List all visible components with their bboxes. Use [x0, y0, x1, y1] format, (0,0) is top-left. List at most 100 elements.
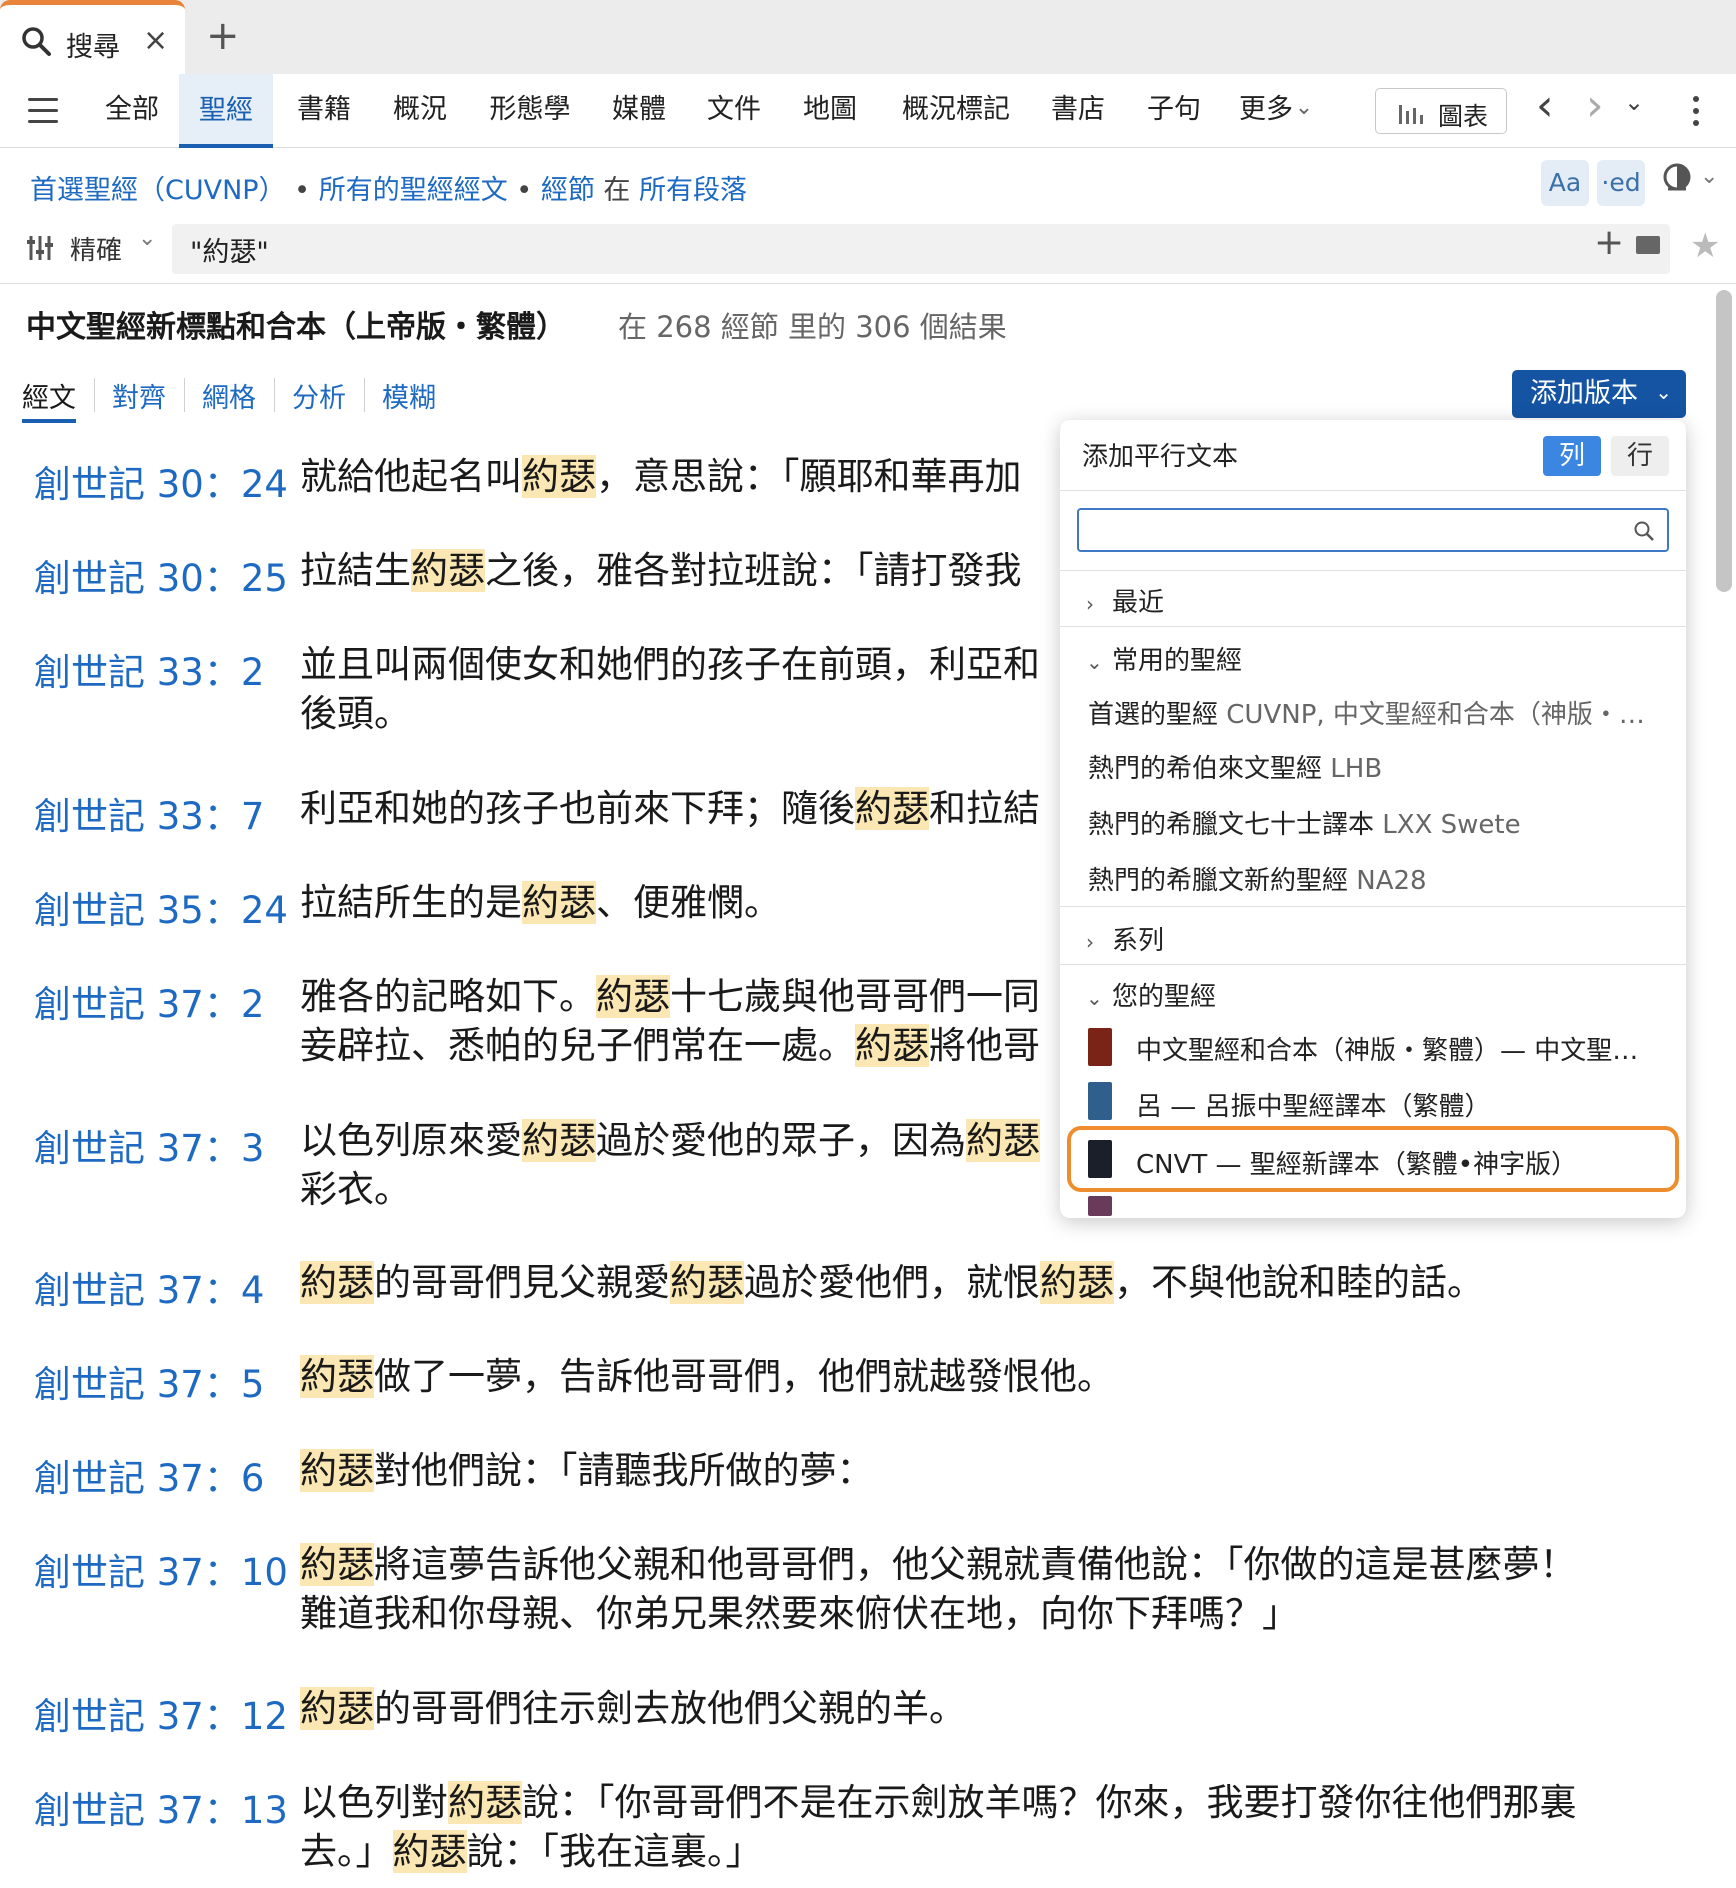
verse-reference[interactable]: 創世記 37：4: [34, 1260, 264, 1314]
verse-reference[interactable]: 創世記 37：13: [34, 1780, 288, 1834]
interlinear-button[interactable]: ·ed: [1597, 160, 1645, 206]
verse-fragment: 以色列原來愛: [300, 1119, 522, 1162]
verse-text: 約瑟對他們說：「請聽我所做的夢：: [300, 1446, 874, 1495]
verse-text: 以色列原來愛約瑟過於愛他的眾子，因為約瑟: [300, 1116, 1040, 1165]
nav-clauses[interactable]: 子句: [1144, 90, 1204, 146]
scrollbar[interactable]: [1716, 290, 1732, 592]
chevron-right-icon: ›: [1086, 930, 1094, 954]
row-toggle[interactable]: 行: [1611, 436, 1669, 476]
section-yours-label: 您的聖經: [1112, 982, 1217, 1012]
verse-text: 並且叫兩個使女和她們的孩子在前頭，利亞和: [300, 640, 1040, 689]
divider: [1060, 490, 1686, 491]
add-version-button[interactable]: 添加版本 ⌄: [1512, 370, 1686, 418]
section-your-bibles[interactable]: ⌄ 您的聖經: [1086, 976, 1216, 1013]
sliders-icon: [27, 236, 53, 260]
nav-media[interactable]: 媒體: [609, 90, 669, 146]
verse-fragment: 去。」: [300, 1830, 393, 1873]
close-tab-icon[interactable]: ×: [143, 23, 168, 58]
list-item[interactable]: 呂 — 呂振中聖經譯本（繁體）: [1136, 1086, 1491, 1123]
tab-align[interactable]: 對齊: [112, 376, 166, 415]
list-item[interactable]: 熱門的希伯來文聖經 LHB: [1088, 748, 1382, 785]
tab-analysis[interactable]: 分析: [292, 376, 346, 415]
column-toggle[interactable]: 列: [1543, 436, 1601, 476]
verse-reference[interactable]: 創世記 35：24: [34, 880, 288, 934]
favorite-star-icon[interactable]: ★: [1690, 226, 1720, 266]
back-arrow-icon[interactable]: ‹: [1536, 80, 1554, 131]
search-hit: 約瑟: [1040, 1261, 1114, 1304]
list-item[interactable]: 中文聖經和合本（神版・繁體）— 中文聖…: [1136, 1030, 1638, 1067]
nav-overview-tags[interactable]: 概況標記: [896, 90, 1016, 146]
verse-reference[interactable]: 創世記 30：24: [34, 454, 288, 508]
theme-icon[interactable]: [1662, 162, 1692, 192]
history-chevron-icon[interactable]: ⌄: [1624, 88, 1644, 116]
chevron-down-icon: ⌄: [1086, 650, 1103, 674]
item-sub: NA28: [1356, 866, 1427, 896]
verse-fragment: 將他哥: [929, 1024, 1040, 1067]
verse-reference[interactable]: 創世記 30：25: [34, 548, 288, 602]
add-search-term-button[interactable]: +: [1594, 222, 1624, 263]
verse-fragment: 的哥哥們見父親愛: [374, 1261, 670, 1304]
chevron-down-icon: ⌄: [138, 226, 157, 251]
popup-search-field[interactable]: [1077, 508, 1669, 552]
verse-reference[interactable]: 創世記 37：2: [34, 974, 264, 1028]
verse-reference[interactable]: 創世記 33：2: [34, 642, 264, 696]
breadcrumb-separator: •: [294, 175, 311, 206]
search-scope-bar: 首選聖經（CUVNP） • 所有的聖經經文 • 經節 在 所有段落 Aa ·ed…: [0, 148, 1736, 218]
chevron-down-icon[interactable]: ⌄: [1700, 164, 1718, 189]
verse-fragment: 將這夢告訴他父親和他哥哥們，他父親就責備他說：「你做的這是甚麼夢！: [374, 1543, 1577, 1586]
font-size-button[interactable]: Aa: [1541, 160, 1589, 206]
verse-fragment: 後頭。: [300, 692, 411, 735]
nav-bible[interactable]: 聖經: [179, 74, 273, 148]
nav-overview[interactable]: 概況: [390, 90, 450, 146]
search-input[interactable]: [190, 230, 1490, 268]
verse-fragment: 說：「我在這裏。」: [466, 1830, 763, 1873]
list-item[interactable]: 首選的聖經 CUVNP, 中文聖經和合本（神版・…: [1088, 694, 1645, 731]
verse-reference[interactable]: 創世記 37：6: [34, 1448, 264, 1502]
tab-search[interactable]: 搜尋 ×: [0, 0, 185, 74]
list-item[interactable]: 熱門的希臘文新約聖經 NA28: [1088, 860, 1427, 897]
verse-reference[interactable]: 創世記 37：12: [34, 1686, 288, 1740]
forward-arrow-icon[interactable]: ›: [1586, 80, 1604, 131]
new-tab-button[interactable]: +: [206, 14, 240, 58]
search-hit: 約瑟: [966, 1119, 1040, 1162]
chevron-down-icon[interactable]: ⌄: [1294, 88, 1314, 144]
nav-all[interactable]: 全部: [102, 90, 162, 146]
range-link[interactable]: 所有段落: [639, 175, 747, 206]
preferred-bible-link[interactable]: 首選聖經（CUVNP）: [30, 175, 286, 206]
book-cover-icon: [1088, 1082, 1112, 1120]
verse-reference[interactable]: 創世記 37：10: [34, 1542, 288, 1596]
section-series[interactable]: › 系列: [1086, 920, 1164, 957]
search-hit: 約瑟: [522, 881, 596, 924]
list-item[interactable]: 熱門的希臘文七十士譯本 LXX Swete: [1088, 804, 1521, 841]
verse-reference[interactable]: 創世記 37：3: [34, 1118, 264, 1172]
verse-reference[interactable]: 創世記 33：7: [34, 786, 264, 840]
nav-morphology[interactable]: 形態學: [485, 90, 575, 146]
tab-search-label: 搜尋: [66, 32, 120, 63]
popup-title: 添加平行文本: [1082, 442, 1239, 472]
menu-icon[interactable]: [28, 98, 58, 124]
unit-link[interactable]: 經節: [541, 175, 595, 206]
add-version-label: 添加版本: [1530, 378, 1638, 409]
nav-maps[interactable]: 地圖: [800, 90, 860, 146]
tab-fuzzy[interactable]: 模糊: [382, 376, 436, 415]
nav-store[interactable]: 書店: [1048, 90, 1108, 146]
search-hit: 約瑟: [522, 1119, 596, 1162]
tab-grid[interactable]: 網格: [202, 376, 256, 415]
breadcrumb: 首選聖經（CUVNP） • 所有的聖經經文 • 經節 在 所有段落: [30, 168, 747, 207]
verse-fragment: 拉結所生的是: [300, 881, 522, 924]
keyboard-icon[interactable]: [1636, 236, 1660, 254]
item-sub: LXX Swete: [1382, 810, 1521, 840]
section-recent[interactable]: › 最近: [1086, 582, 1164, 619]
nav-bar: 全部 聖經 書籍 概況 形態學 媒體 文件 地圖 概況標記 書店 子句 更多 ⌄…: [0, 74, 1736, 148]
nav-documents[interactable]: 文件: [704, 90, 764, 146]
tab-text[interactable]: 經文: [22, 376, 76, 423]
popup-search-input[interactable]: [1089, 514, 1609, 546]
nav-books[interactable]: 書籍: [294, 90, 354, 146]
nav-more[interactable]: 更多: [1234, 90, 1298, 146]
item-sub: CUVNP, 中文聖經和合本（神版・…: [1226, 700, 1645, 730]
section-common-bibles[interactable]: ⌄ 常用的聖經: [1086, 640, 1242, 677]
more-options-icon[interactable]: [1693, 96, 1701, 132]
chart-button[interactable]: 圖表: [1375, 88, 1507, 134]
verse-reference[interactable]: 創世記 37：5: [34, 1354, 264, 1408]
scope-link[interactable]: 所有的聖經經文: [319, 175, 508, 206]
